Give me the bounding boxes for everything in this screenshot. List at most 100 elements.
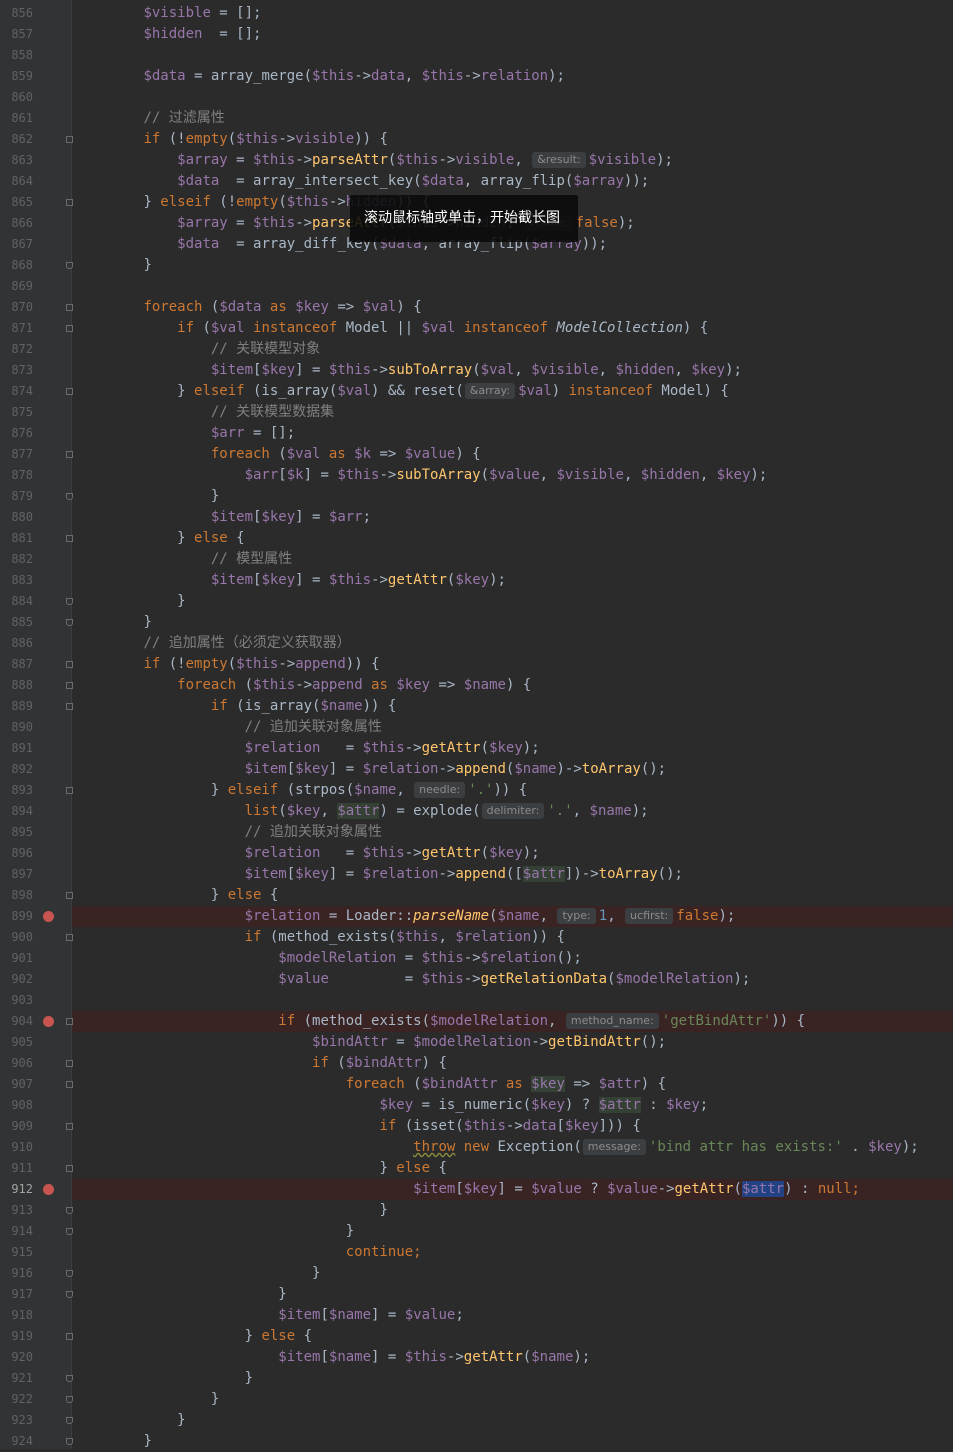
code-line[interactable]: 856 $visible = []; <box>0 3 953 24</box>
fold-marker-icon[interactable] <box>66 1228 73 1235</box>
code-line[interactable]: 901 $modelRelation = $this->$relation(); <box>0 948 953 969</box>
line-number[interactable]: 923 <box>0 1410 33 1431</box>
code-line[interactable]: 889 if (is_array($name)) { <box>0 696 953 717</box>
line-number[interactable]: 914 <box>0 1221 33 1242</box>
code-text[interactable]: } <box>76 1368 253 1389</box>
code-text[interactable]: $relation = $this->getAttr($key); <box>76 843 540 864</box>
line-number[interactable]: 887 <box>0 654 33 675</box>
code-line[interactable]: 876 $arr = []; <box>0 423 953 444</box>
code-text[interactable]: // 追加关联对象属性 <box>76 822 382 843</box>
fold-marker-icon[interactable] <box>66 451 73 458</box>
code-text[interactable]: } else { <box>76 528 244 549</box>
code-line[interactable]: 918 $item[$name] = $value; <box>0 1305 953 1326</box>
line-number[interactable]: 880 <box>0 507 33 528</box>
line-number[interactable]: 861 <box>0 108 33 129</box>
code-line[interactable]: 917 } <box>0 1284 953 1305</box>
code-text[interactable]: continue; <box>76 1242 422 1263</box>
code-line[interactable]: 922 } <box>0 1389 953 1410</box>
code-text[interactable]: } <box>76 1389 219 1410</box>
code-line[interactable]: 871 if ($val instanceof Model || $val in… <box>0 318 953 339</box>
code-line[interactable]: 868 } <box>0 255 953 276</box>
code-text[interactable]: $hidden = []; <box>76 24 261 45</box>
code-text[interactable]: foreach ($data as $key => $val) { <box>76 297 421 318</box>
code-text[interactable]: } elseif (is_array($val) && reset(&array… <box>76 381 729 402</box>
code-line[interactable]: 860 <box>0 87 953 108</box>
code-line[interactable]: 916 } <box>0 1263 953 1284</box>
line-number[interactable]: 910 <box>0 1137 33 1158</box>
code-line[interactable]: 908 $key = is_numeric($key) ? $attr : $k… <box>0 1095 953 1116</box>
code-text[interactable]: $relation = $this->getAttr($key); <box>76 738 540 759</box>
code-text[interactable]: } <box>76 486 219 507</box>
line-number[interactable]: 916 <box>0 1263 33 1284</box>
code-line[interactable]: 879 } <box>0 486 953 507</box>
code-text[interactable]: $data = array_merge($this->data, $this->… <box>76 66 565 87</box>
code-text[interactable]: list($key, $attr) = explode(delimiter: '.… <box>76 801 649 822</box>
line-number[interactable]: 857 <box>0 24 33 45</box>
fold-marker-icon[interactable] <box>66 787 73 794</box>
code-line[interactable]: 897 $item[$key] = $relation->append([$at… <box>0 864 953 885</box>
code-line[interactable]: 921 } <box>0 1368 953 1389</box>
line-number[interactable]: 900 <box>0 927 33 948</box>
line-number[interactable]: 881 <box>0 528 33 549</box>
line-number[interactable]: 890 <box>0 717 33 738</box>
code-line[interactable]: 902 $value = $this->getRelationData($mod… <box>0 969 953 990</box>
code-line[interactable]: 873 $item[$key] = $this->subToArray($val… <box>0 360 953 381</box>
code-text[interactable]: } <box>76 1263 320 1284</box>
fold-marker-icon[interactable] <box>66 1375 73 1382</box>
line-number[interactable]: 882 <box>0 549 33 570</box>
line-number[interactable]: 892 <box>0 759 33 780</box>
code-text[interactable]: $item[$key] = $this->subToArray($val, $v… <box>76 360 742 381</box>
code-line[interactable]: 864 $data = array_intersect_key($data, a… <box>0 171 953 192</box>
code-line[interactable]: 885 } <box>0 612 953 633</box>
fold-marker-icon[interactable] <box>66 262 73 269</box>
line-number[interactable]: 921 <box>0 1368 33 1389</box>
line-number[interactable]: 904 <box>0 1011 33 1032</box>
code-text[interactable]: } else { <box>76 1326 312 1347</box>
code-line[interactable]: 890 // 追加关联对象属性 <box>0 717 953 738</box>
code-line[interactable]: 863 $array = $this->parseAttr($this->vis… <box>0 150 953 171</box>
line-number[interactable]: 902 <box>0 969 33 990</box>
fold-marker-icon[interactable] <box>66 934 73 941</box>
code-text[interactable]: } elseif (strpos($name, needle: '.')) { <box>76 780 527 801</box>
fold-marker-icon[interactable] <box>66 1270 73 1277</box>
code-text[interactable]: // 过滤属性 <box>76 108 224 129</box>
code-text[interactable]: if (!empty($this->visible)) { <box>76 129 388 150</box>
code-line[interactable]: 880 $item[$key] = $arr; <box>0 507 953 528</box>
code-line[interactable]: 913 } <box>0 1200 953 1221</box>
code-line[interactable]: 893 } elseif (strpos($name, needle: '.'))… <box>0 780 953 801</box>
line-number[interactable]: 879 <box>0 486 33 507</box>
code-line[interactable]: 915 continue; <box>0 1242 953 1263</box>
code-text[interactable]: $item[$key] = $arr; <box>76 507 371 528</box>
line-number[interactable]: 912 <box>0 1179 33 1200</box>
code-text[interactable]: foreach ($bindAttr as $key => $attr) { <box>76 1074 666 1095</box>
breakpoint-icon[interactable] <box>43 911 54 922</box>
fold-marker-icon[interactable] <box>66 1018 73 1025</box>
code-text[interactable]: } <box>76 1284 286 1305</box>
code-text[interactable]: } <box>76 1221 354 1242</box>
code-text[interactable]: $array = $this->parseAttr($this->visible… <box>76 150 673 171</box>
code-text[interactable]: // 模型属性 <box>76 549 292 570</box>
code-line[interactable]: 874 } elseif (is_array($val) && reset(&a… <box>0 381 953 402</box>
code-line[interactable]: 894 list($key, $attr) = explode(delimite… <box>0 801 953 822</box>
line-number[interactable]: 874 <box>0 381 33 402</box>
line-number[interactable]: 878 <box>0 465 33 486</box>
line-number[interactable]: 922 <box>0 1389 33 1410</box>
code-text[interactable]: $item[$key] = $relation->append([$attr])… <box>76 864 683 885</box>
fold-marker-icon[interactable] <box>66 1396 73 1403</box>
code-text[interactable]: $item[$name] = $this->getAttr($name); <box>76 1347 590 1368</box>
fold-marker-icon[interactable] <box>66 598 73 605</box>
line-number[interactable]: 903 <box>0 990 33 1011</box>
fold-marker-icon[interactable] <box>66 1333 73 1340</box>
fold-marker-icon[interactable] <box>66 388 73 395</box>
code-line[interactable]: 906 if ($bindAttr) { <box>0 1053 953 1074</box>
line-number[interactable]: 865 <box>0 192 33 213</box>
code-text[interactable]: if (is_array($name)) { <box>76 696 396 717</box>
fold-marker-icon[interactable] <box>66 1291 73 1298</box>
code-line[interactable]: 909 if (isset($this->data[$key])) { <box>0 1116 953 1137</box>
code-text[interactable]: $item[$key] = $relation->append($name)->… <box>76 759 667 780</box>
code-line[interactable]: 891 $relation = $this->getAttr($key); <box>0 738 953 759</box>
fold-marker-icon[interactable] <box>66 1165 73 1172</box>
code-text[interactable]: // 追加属性（必须定义获取器） <box>76 633 350 654</box>
code-text[interactable]: $visible = []; <box>76 3 261 24</box>
code-text[interactable]: $bindAttr = $modelRelation->getBindAttr(… <box>76 1032 666 1053</box>
